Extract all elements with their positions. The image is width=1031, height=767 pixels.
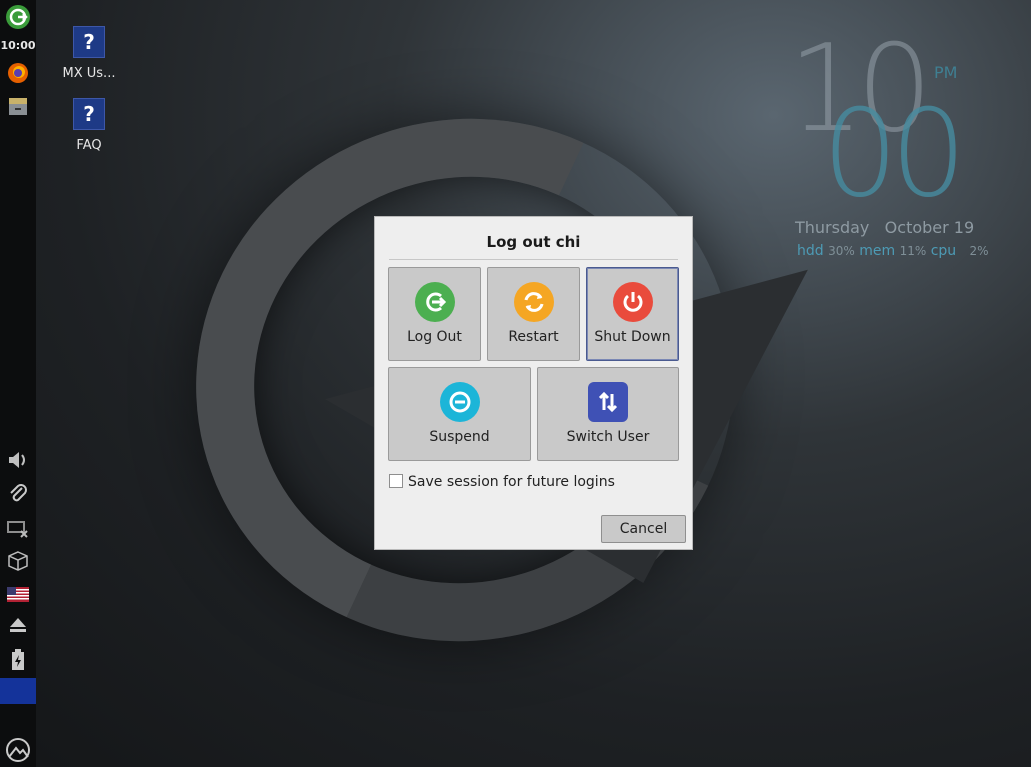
desktop-icon-label: FAQ: [76, 138, 102, 153]
power-icon: [612, 282, 653, 322]
restart-icon: [513, 282, 554, 322]
help-icon: ?: [73, 26, 105, 58]
conky-cpu-label: cpu: [930, 243, 957, 259]
dialog-title: Log out chi: [486, 233, 581, 251]
conky-ampm: PM: [934, 63, 958, 82]
logout-dialog: Log out chi Log Out Restart Shut Down Su…: [374, 216, 693, 550]
divider: [389, 259, 678, 260]
logout-icon: [414, 282, 455, 322]
shutdown-button[interactable]: Shut Down: [586, 267, 679, 361]
conky-mem-value: 11%: [899, 244, 927, 258]
desktop-icon-faq[interactable]: ? FAQ: [49, 98, 129, 153]
cancel-button[interactable]: Cancel: [601, 515, 686, 543]
switch-user-icon: [588, 382, 628, 422]
save-session-label[interactable]: Save session for future logins: [408, 474, 615, 490]
conky-mem-label: mem: [859, 243, 896, 259]
switch-user-label: Switch User: [566, 429, 650, 445]
conky-day: Thursday: [795, 218, 870, 237]
clipboard-icon[interactable]: [5, 481, 31, 507]
shutdown-label: Shut Down: [594, 329, 671, 345]
logout-button[interactable]: Log Out: [388, 267, 481, 361]
restart-button[interactable]: Restart: [487, 267, 580, 361]
desktop-icon-mx-users-manual[interactable]: ? MX Us...: [49, 26, 129, 81]
firefox-icon[interactable]: [5, 60, 31, 86]
conky-hdd-label: hdd: [797, 243, 824, 259]
package-updates-icon[interactable]: [5, 548, 31, 574]
side-panel: 10:00: [0, 0, 36, 767]
mx-logo-icon[interactable]: [5, 737, 31, 763]
desktop: { "panel": { "clock": "10:00", "tray": […: [0, 0, 1031, 767]
switch-user-button[interactable]: Switch User: [537, 367, 679, 461]
desktop-icon-label: MX Us...: [62, 66, 116, 81]
us-flag-icon[interactable]: [5, 581, 31, 607]
suspend-icon: [439, 382, 480, 422]
panel-clock[interactable]: 10:00: [0, 39, 36, 52]
conky-month-day: October 19: [884, 218, 975, 237]
battery-icon[interactable]: [5, 647, 31, 673]
volume-icon[interactable]: [5, 447, 31, 473]
conky-hdd-value: 30%: [828, 244, 855, 258]
suspend-button[interactable]: Suspend: [388, 367, 531, 461]
file-manager-icon[interactable]: [5, 93, 31, 119]
conky-minute: 00: [822, 85, 967, 224]
restart-label: Restart: [508, 329, 559, 345]
eject-icon[interactable]: [5, 612, 31, 638]
logout-app-icon[interactable]: [5, 4, 31, 30]
conky-cpu-value: 2%: [969, 244, 989, 258]
conky-stats: hdd 30% mem 11% cpu 2%: [797, 243, 989, 259]
suspend-label: Suspend: [429, 429, 490, 445]
conky-date: Thursday October 19: [795, 218, 974, 237]
save-session-checkbox[interactable]: [389, 474, 403, 488]
logout-label: Log Out: [407, 329, 462, 345]
help-icon: ?: [73, 98, 105, 130]
panel-active-workspace[interactable]: [0, 678, 36, 704]
network-disconnected-icon[interactable]: [5, 515, 31, 541]
